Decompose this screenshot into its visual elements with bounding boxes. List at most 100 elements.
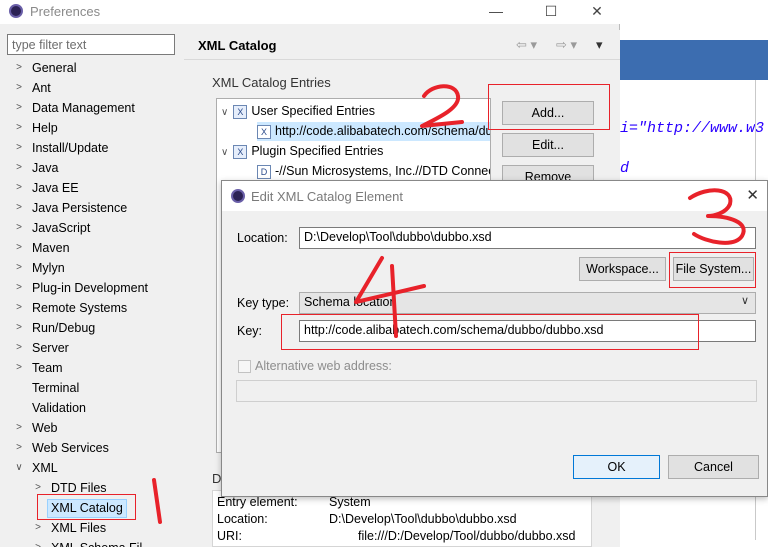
detail-key: Entry element: xyxy=(217,495,298,509)
minimize-button[interactable]: — xyxy=(484,2,508,20)
eclipse-icon xyxy=(231,189,245,203)
chevron-right-icon[interactable]: > xyxy=(13,118,25,138)
tree-label: Mylyn xyxy=(32,261,65,275)
chevron-right-icon[interactable]: > xyxy=(13,178,25,198)
entry-label: User Specified Entries xyxy=(251,104,375,118)
tree-label: Install/Update xyxy=(32,141,109,155)
key-type-select[interactable]: Schema location ∨ xyxy=(299,292,756,314)
preference-tree: > General > Ant > Data Management > Help > In… xyxy=(0,58,182,547)
chevron-right-icon[interactable]: > xyxy=(13,278,25,298)
chevron-right-icon[interactable]: > xyxy=(13,98,25,118)
alt-web-address-label: Alternative web address: xyxy=(255,359,392,373)
detail-value: System xyxy=(329,495,371,509)
page-header: XML Catalog ⇦ ▾ ⇨ ▾ ▾ xyxy=(184,30,620,60)
back-arrow-icon[interactable]: ⇦ ▾ xyxy=(516,37,537,53)
annotation-box-file-system xyxy=(669,252,756,288)
tree-label: Remote Systems xyxy=(32,301,128,315)
tree-label: JavaScript xyxy=(32,221,91,235)
entry-label: http://code.alibabatech.com/schema/dubbo… xyxy=(275,124,490,138)
user-entry-item[interactable]: Xhttp://code.alibabatech.com/schema/dubb… xyxy=(257,122,490,141)
tree-label: XML Schema Fil xyxy=(51,538,142,547)
chevron-right-icon[interactable]: > xyxy=(13,298,25,318)
editor-code-line: i="http://www.w3 xyxy=(620,120,765,137)
dialog-title: Edit XML Catalog Element xyxy=(251,189,403,204)
chevron-right-icon[interactable]: > xyxy=(13,198,25,218)
detail-key: Location: xyxy=(217,512,268,526)
annotation-box-xml-catalog xyxy=(37,494,136,520)
details-group-label: D xyxy=(212,471,222,486)
page-title: XML Catalog xyxy=(198,38,277,53)
editor-code-line: d xyxy=(620,160,630,177)
editor-tab-strip xyxy=(620,40,768,80)
filter-input[interactable] xyxy=(7,34,175,55)
tree-label: General xyxy=(32,61,77,75)
dialog-title-bar: Edit XML Catalog Element ✕ xyxy=(222,181,767,211)
tree-label: Web xyxy=(32,421,58,435)
dtd-file-icon: D xyxy=(257,164,271,179)
chevron-right-icon[interactable]: > xyxy=(32,518,44,538)
dialog-close-icon[interactable]: ✕ xyxy=(746,186,759,204)
chevron-right-icon[interactable]: > xyxy=(13,58,25,78)
tree-label: Java EE xyxy=(32,181,79,195)
ok-button[interactable]: OK xyxy=(573,455,660,479)
chevron-right-icon[interactable]: > xyxy=(32,538,44,547)
chevron-down-icon[interactable]: ∨ xyxy=(221,107,228,118)
tree-label: XML Files xyxy=(51,521,107,535)
close-button[interactable]: ✕ xyxy=(585,2,609,20)
tree-label: Ant xyxy=(32,81,51,95)
chevron-right-icon[interactable]: > xyxy=(13,358,25,378)
chevron-down-icon[interactable]: ∨ xyxy=(13,458,25,478)
maximize-button[interactable]: ☐ xyxy=(539,2,563,20)
eclipse-icon xyxy=(9,4,23,18)
key-label: Key: xyxy=(237,324,263,338)
tree-label: Help xyxy=(32,121,58,135)
annotation-box-add xyxy=(488,84,610,130)
chevron-right-icon[interactable]: > xyxy=(13,78,25,98)
chevron-right-icon[interactable]: > xyxy=(13,438,25,458)
location-field[interactable]: D:\Develop\Tool\dubbo\dubbo.xsd xyxy=(299,227,756,249)
tree-label: Java xyxy=(32,161,59,175)
chevron-down-icon[interactable]: ∨ xyxy=(221,147,228,158)
location-label: Location: xyxy=(237,231,288,245)
chevron-right-icon[interactable]: > xyxy=(13,418,25,438)
detail-key: URI: xyxy=(217,529,242,543)
tree-label: Terminal xyxy=(32,381,80,395)
tree-label: Plug-in Development xyxy=(32,281,149,295)
detail-value: file:///D:/Develop/Tool/dubbo/dubbo.xsd xyxy=(358,529,576,543)
edit-button[interactable]: Edit... xyxy=(502,133,594,157)
preferences-title-bar: Preferences — ☐ ✕ xyxy=(0,0,620,24)
tree-label: Web Services xyxy=(32,441,109,455)
tree-label: Validation xyxy=(32,401,86,415)
tree-label: Java Persistence xyxy=(32,201,128,215)
cancel-button[interactable]: Cancel xyxy=(668,455,759,479)
tree-label: Data Management xyxy=(32,101,135,115)
chevron-right-icon[interactable]: > xyxy=(13,158,25,178)
xml-file-icon: X xyxy=(257,124,271,139)
tree-label: Run/Debug xyxy=(32,321,96,335)
key-type-value: Schema location xyxy=(304,295,397,309)
catalog-icon: X xyxy=(233,104,248,119)
entry-label: Plugin Specified Entries xyxy=(251,144,384,158)
catalog-icon: X xyxy=(233,144,248,159)
view-menu-icon[interactable]: ▾ xyxy=(596,37,603,53)
forward-arrow-icon[interactable]: ⇨ ▾ xyxy=(556,37,577,53)
chevron-right-icon[interactable]: > xyxy=(13,218,25,238)
annotation-box-key xyxy=(281,314,699,350)
chevron-right-icon[interactable]: > xyxy=(13,238,25,258)
chevron-right-icon[interactable]: > xyxy=(13,338,25,358)
workspace-button[interactable]: Workspace... xyxy=(579,257,666,281)
chevron-right-icon[interactable]: > xyxy=(13,138,25,158)
tree-label: XML xyxy=(32,461,58,475)
tree-label: Maven xyxy=(32,241,70,255)
user-specified-entries[interactable]: ∨ X User Specified Entries xyxy=(221,102,375,121)
chevron-right-icon[interactable]: > xyxy=(13,258,25,278)
tree-label: Team xyxy=(32,361,63,375)
chevron-down-icon[interactable]: ∨ xyxy=(741,294,749,307)
detail-value: D:\Develop\Tool\dubbo\dubbo.xsd xyxy=(329,512,517,526)
plugin-specified-entries[interactable]: ∨ X Plugin Specified Entries xyxy=(221,142,383,161)
plugin-entry-item[interactable]: D -//Sun Microsystems, Inc.//DTD Connecto… xyxy=(257,162,490,181)
alt-web-address-checkbox[interactable] xyxy=(238,360,251,373)
chevron-right-icon[interactable]: > xyxy=(13,318,25,338)
entry-label: -//Sun Microsystems, Inc.//DTD Connector… xyxy=(275,164,490,178)
details-panel: Entry element: System Location: D:\Devel… xyxy=(212,490,592,547)
